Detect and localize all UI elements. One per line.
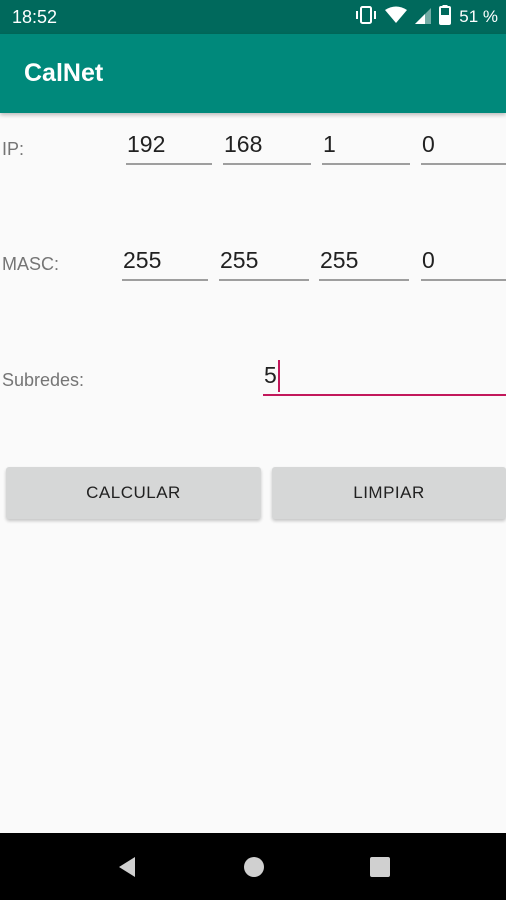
ip-octet-3-field[interactable]: 1 — [322, 129, 410, 165]
calculate-button[interactable]: CALCULAR — [6, 467, 261, 519]
home-icon[interactable] — [242, 855, 266, 879]
ip-octet-4-field[interactable]: 0 — [421, 129, 506, 165]
mask-octet-3-field[interactable]: 255 — [319, 245, 409, 281]
status-icons: 51 % — [355, 4, 498, 30]
mask-octet-4-field[interactable]: 0 — [421, 245, 506, 281]
recents-icon[interactable] — [368, 855, 392, 879]
text-cursor — [277, 360, 280, 392]
app-bar: CalNet — [0, 34, 506, 113]
subnets-value: 5 — [264, 362, 277, 388]
status-bar: 18:52 51 % — [0, 0, 506, 34]
mask-label: MASC: — [2, 254, 60, 274]
signal-icon — [415, 6, 432, 29]
status-time: 18:52 — [12, 7, 58, 27]
ip-label: IP: — [2, 139, 25, 159]
subnets-label: Subredes: — [2, 370, 85, 390]
wifi-icon — [385, 6, 408, 29]
app-title: CalNet — [24, 59, 104, 87]
mask-octet-2-field[interactable]: 255 — [219, 245, 309, 281]
mask-octet-1-field[interactable]: 255 — [122, 245, 208, 281]
ip-octet-2-field[interactable]: 168 — [223, 129, 311, 165]
back-icon[interactable] — [115, 855, 139, 879]
ip-octet-1-field[interactable]: 192 — [126, 129, 212, 165]
battery-icon — [439, 4, 452, 30]
navigation-bar — [0, 833, 506, 900]
vibrate-icon — [355, 5, 377, 30]
clear-button[interactable]: LIMPIAR — [272, 467, 506, 519]
battery-percent: 51 % — [459, 7, 498, 26]
subnets-field[interactable]: 5 — [263, 360, 506, 396]
